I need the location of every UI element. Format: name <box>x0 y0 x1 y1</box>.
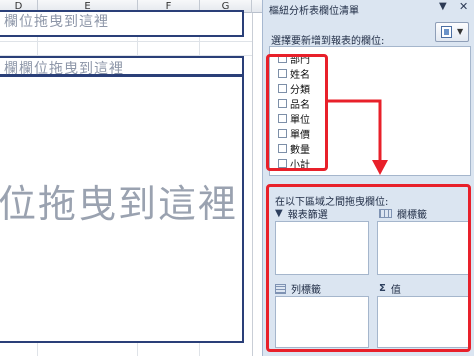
areas-highlight-box <box>266 184 471 352</box>
choose-fields-label: 選擇要新增到報表的欄位: <box>271 36 385 47</box>
spreadsheet-area[interactable]: D E F G 欄位拖曳到這裡 欄欄位拖曳到這裡 位拖曳到這裡 <box>0 0 262 356</box>
layout-icon <box>441 26 452 38</box>
field-list-highlight-box <box>266 54 328 171</box>
sheet-edge <box>252 13 262 356</box>
chevron-down-icon: ▼ <box>457 27 464 36</box>
panel-options-arrow-icon[interactable]: ▼ <box>439 1 447 12</box>
field-list-layout-button[interactable]: ▼ <box>435 22 469 42</box>
column-field-drop-zone[interactable]: 欄欄位拖曳到這裡 <box>0 56 244 77</box>
page-field-drop-zone[interactable]: 欄位拖曳到這裡 <box>0 10 244 37</box>
data-drop-zone[interactable]: 位拖曳到這裡 <box>0 75 244 343</box>
panel-title: 樞紐分析表欄位清單 <box>269 6 359 17</box>
close-icon[interactable]: ✕ <box>459 0 468 13</box>
page-field-zone-text: 欄位拖曳到這裡 <box>4 14 109 30</box>
data-area-text: 位拖曳到這裡 <box>0 182 239 226</box>
gridline <box>0 41 262 42</box>
